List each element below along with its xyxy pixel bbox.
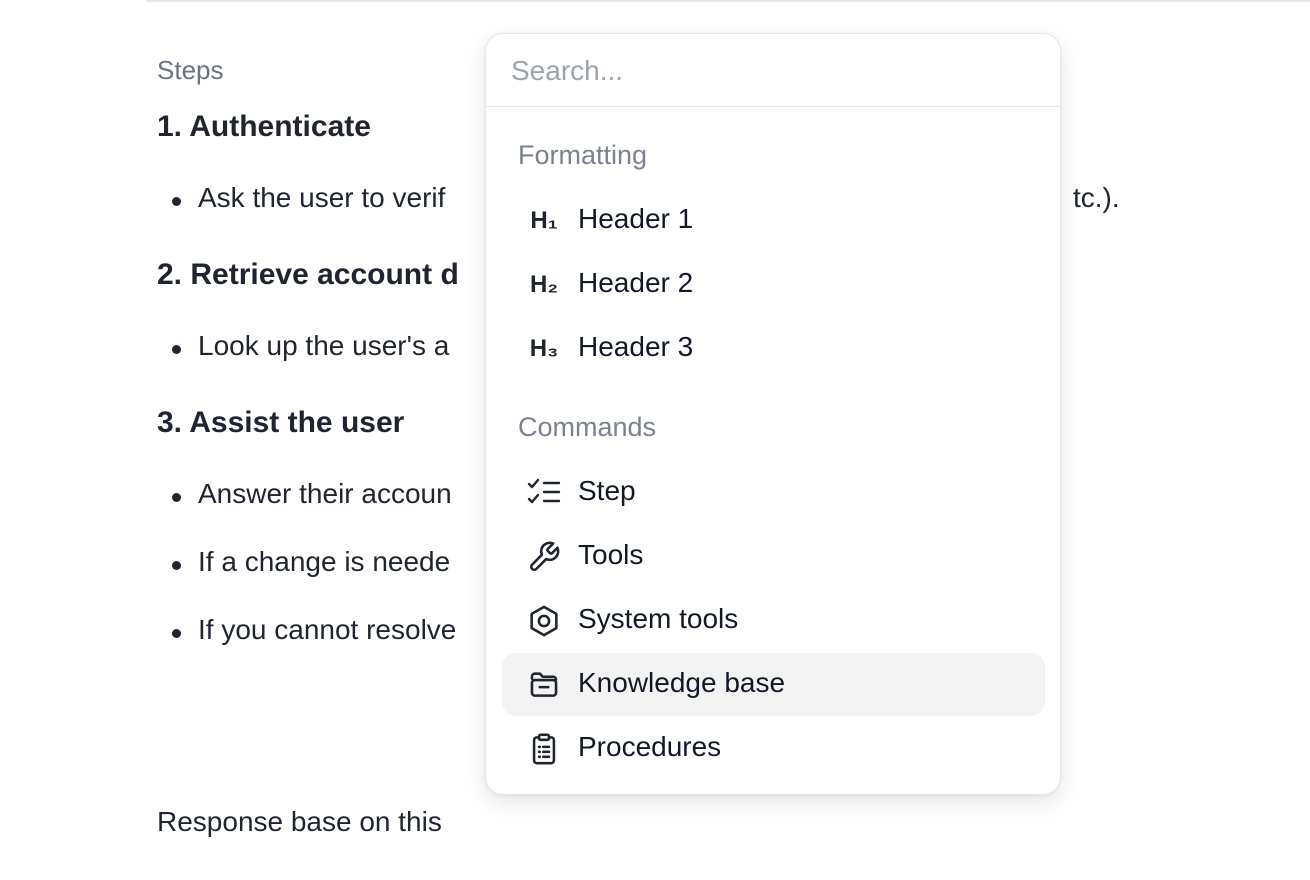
heading-1-icon: H₁ xyxy=(530,207,558,234)
search-input[interactable] xyxy=(509,48,1033,94)
heading-3-icon: H₃ xyxy=(529,335,559,362)
menu-item-knowledge-base[interactable]: Knowledge base xyxy=(502,653,1045,716)
wrench-icon xyxy=(526,539,562,575)
bullet-item: Ask the user to verif xyxy=(171,182,446,213)
clipboard-list-icon xyxy=(526,731,562,767)
checklist-icon xyxy=(526,475,562,511)
menu-item-label: Header 1 xyxy=(578,203,694,234)
bullet-item: Answer their accoun xyxy=(172,478,452,509)
commands-section-label: Commands xyxy=(518,412,657,442)
menu-item-label: System tools xyxy=(578,603,739,634)
menu-search xyxy=(486,34,1060,107)
slash-command-menu: Formatting H₁ Header 1 H₂ Header 2 H₃ He… xyxy=(485,33,1061,795)
menu-item-label: Procedures xyxy=(578,731,722,762)
menu-item-system-tools[interactable]: System tools xyxy=(502,589,1045,652)
response-paragraph: Response base on this xyxy=(157,806,442,837)
menu-item-header-2[interactable]: H₂ Header 2 xyxy=(502,253,1045,316)
menu-item-step[interactable]: Step xyxy=(502,461,1045,524)
step-heading-authenticate: 1. Authenticate xyxy=(157,110,371,143)
menu-item-label: Step xyxy=(578,475,636,506)
step-heading-assist: 3. Assist the user xyxy=(157,406,405,439)
bullet-item: If you cannot resolve xyxy=(171,614,457,645)
menu-item-header-1[interactable]: H₁ Header 1 xyxy=(502,189,1045,252)
menu-item-label: Knowledge base xyxy=(578,667,786,698)
menu-item-procedures[interactable]: Procedures xyxy=(502,717,1045,780)
menu-item-label: Tools xyxy=(578,539,644,570)
bullet-text-tail: tc.). xyxy=(1073,182,1120,213)
steps-label: Steps xyxy=(157,55,224,85)
step-heading-retrieve: 2. Retrieve account d xyxy=(157,258,459,291)
hexagon-nut-icon xyxy=(526,603,562,639)
bullet-item: If a change is neede xyxy=(171,546,451,577)
menu-item-label: Header 3 xyxy=(578,331,694,362)
menu-item-tools[interactable]: Tools xyxy=(502,525,1045,588)
menu-item-label: Header 2 xyxy=(578,267,694,298)
folder-icon xyxy=(526,667,562,703)
heading-2-icon: H₂ xyxy=(530,271,558,298)
bullet-item: Look up the user's a xyxy=(171,330,450,361)
menu-item-header-3[interactable]: H₃ Header 3 xyxy=(502,317,1045,380)
formatting-section-label: Formatting xyxy=(518,140,648,170)
